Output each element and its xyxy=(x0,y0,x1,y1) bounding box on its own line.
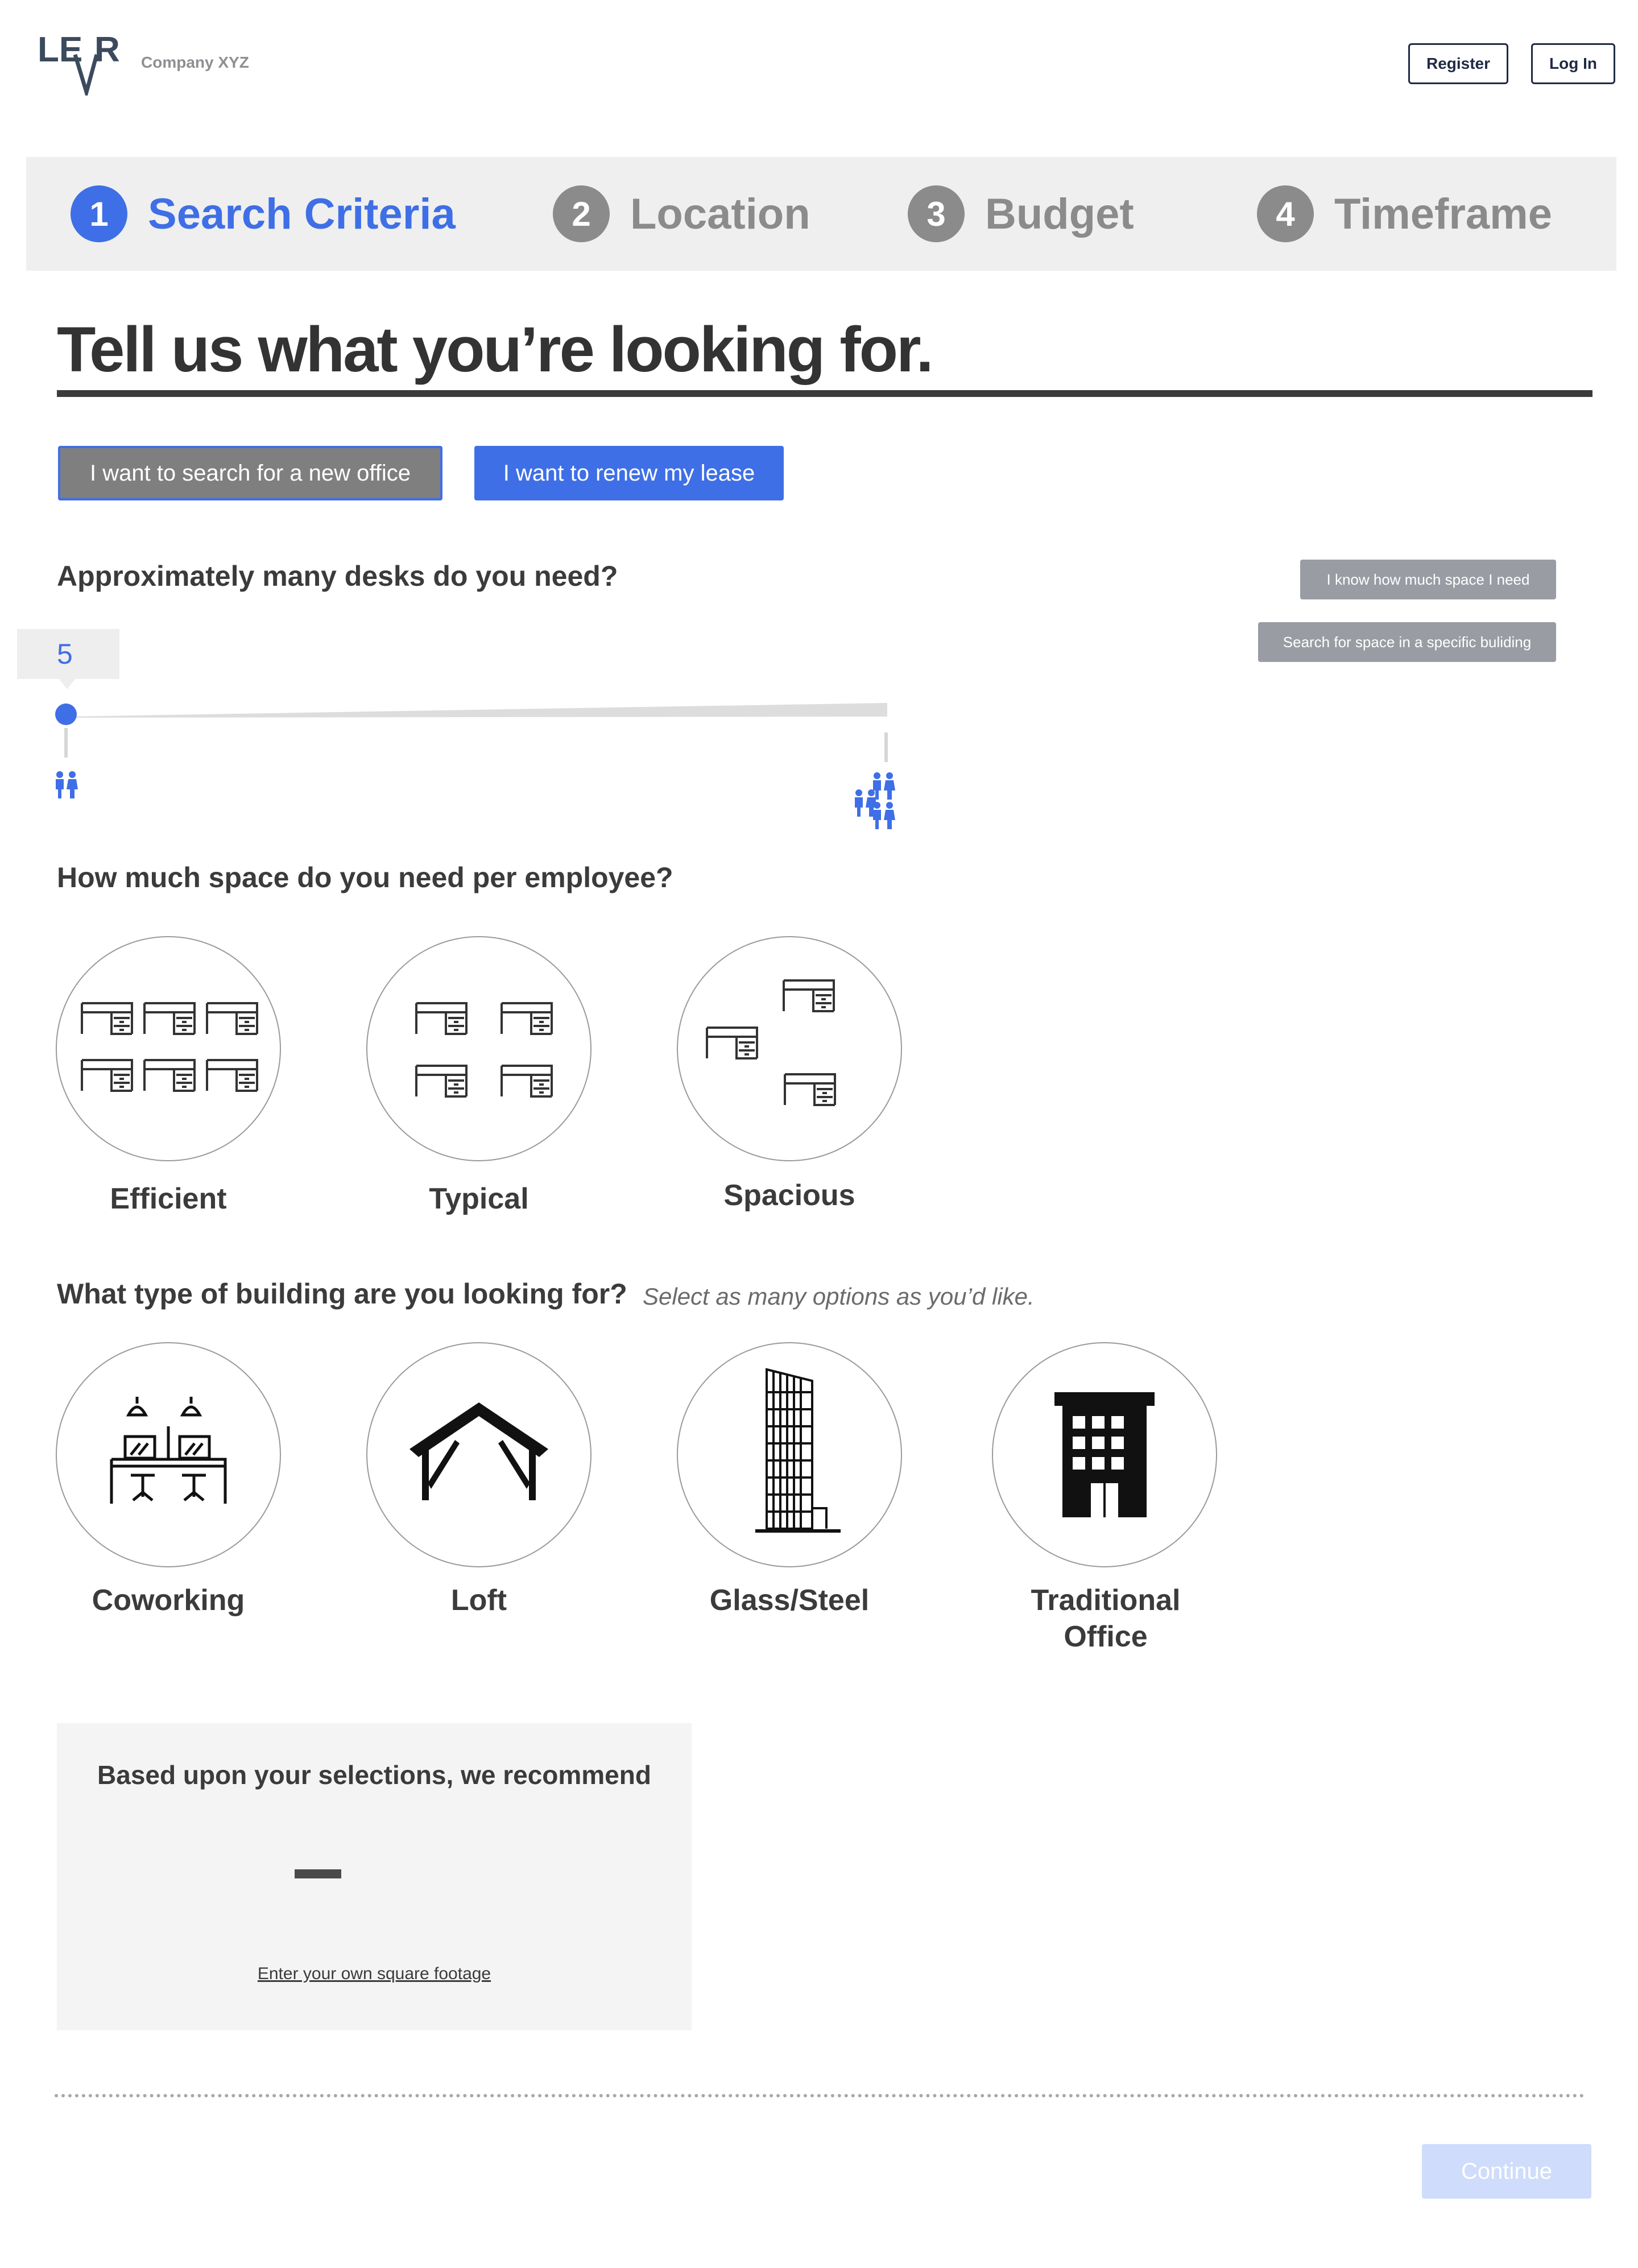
desks-question: Approximately many desks do you need? xyxy=(57,560,618,592)
many-people-icon xyxy=(855,772,895,829)
option-spacious-label: Spacious xyxy=(723,1179,855,1212)
loft-icon xyxy=(410,1402,548,1500)
title-underline xyxy=(57,390,1592,397)
option-spacious[interactable] xyxy=(677,936,902,1161)
space-question: How much space do you need per employee? xyxy=(57,862,673,893)
company-name: Company XYZ xyxy=(141,53,249,71)
option-efficient[interactable] xyxy=(56,936,281,1161)
enter-square-footage-link[interactable]: Enter your own square footage xyxy=(57,1964,692,1984)
building-hint: Select as many options as you’d like. xyxy=(643,1283,1035,1310)
option-loft[interactable] xyxy=(366,1342,592,1567)
page: LE R Company XYZ Register Log In 1 Searc… xyxy=(0,0,1638,2268)
desks-slider[interactable] xyxy=(46,696,910,844)
step-number: 3 xyxy=(908,185,965,242)
option-traditional-line2: Office xyxy=(1064,1620,1148,1653)
option-loft-label: Loft xyxy=(450,1584,507,1617)
option-efficient-label: Efficient xyxy=(110,1182,227,1215)
option-traditional-office[interactable] xyxy=(992,1342,1217,1567)
renew-lease-button[interactable]: I want to renew my lease xyxy=(474,446,784,500)
traditional-office-icon xyxy=(1054,1392,1155,1517)
typical-desks-icon xyxy=(415,1002,553,1098)
step-search-criteria[interactable]: 1 Search Criteria xyxy=(71,185,456,242)
register-button[interactable]: Register xyxy=(1408,43,1508,84)
levr-logo: LE R xyxy=(38,30,120,96)
step-budget[interactable]: 3 Budget xyxy=(908,185,1134,242)
option-typical[interactable] xyxy=(366,936,592,1161)
option-typical-label: Typical xyxy=(429,1182,529,1215)
step-label: Search Criteria xyxy=(148,189,456,238)
option-traditional-office-label: Traditional Office xyxy=(986,1582,1225,1655)
know-space-button[interactable]: I know how much space I need xyxy=(1300,560,1556,599)
dotted-divider xyxy=(55,2094,1585,2097)
recommendation-panel: Based upon your selections, we recommend… xyxy=(57,1723,692,2030)
step-progress-bar: 1 Search Criteria 2 Location 3 Budget 4 … xyxy=(26,157,1616,271)
building-question: What type of building are you looking fo… xyxy=(57,1278,627,1310)
page-title: Tell us what you’re looking for. xyxy=(57,314,934,385)
search-new-office-button[interactable]: I want to search for a new office xyxy=(58,446,442,500)
slider-bubble-tail xyxy=(59,679,75,689)
recommendation-value-placeholder xyxy=(295,1869,341,1878)
step-number: 1 xyxy=(71,185,127,242)
step-label: Location xyxy=(630,189,810,238)
specific-building-button[interactable]: Search for space in a specific buliding xyxy=(1258,622,1556,662)
option-coworking[interactable] xyxy=(56,1342,281,1567)
svg-text:R: R xyxy=(94,30,120,69)
glass-steel-tower-icon xyxy=(755,1368,841,1533)
option-glass-steel[interactable] xyxy=(677,1342,902,1567)
step-label: Timeframe xyxy=(1334,189,1553,238)
option-traditional-line1: Traditional xyxy=(1031,1584,1181,1617)
coworking-icon xyxy=(110,1397,227,1504)
login-button[interactable]: Log In xyxy=(1531,43,1615,84)
slider-track xyxy=(66,703,887,718)
few-people-icon xyxy=(56,771,78,798)
spacious-desks-icon xyxy=(706,979,836,1106)
step-location[interactable]: 2 Location xyxy=(553,185,810,242)
efficient-desks-icon xyxy=(81,1002,258,1092)
option-glass-steel-label: Glass/Steel xyxy=(709,1584,870,1617)
step-label: Budget xyxy=(985,189,1134,238)
step-number: 2 xyxy=(553,185,610,242)
option-coworking-label: Coworking xyxy=(92,1584,245,1617)
step-number: 4 xyxy=(1257,185,1314,242)
recommendation-title: Based upon your selections, we recommend xyxy=(97,1760,651,1790)
slider-value-bubble: 5 xyxy=(17,629,119,679)
step-timeframe[interactable]: 4 Timeframe xyxy=(1257,185,1552,242)
continue-button[interactable]: Continue xyxy=(1422,2144,1591,2199)
slider-handle xyxy=(55,703,77,725)
